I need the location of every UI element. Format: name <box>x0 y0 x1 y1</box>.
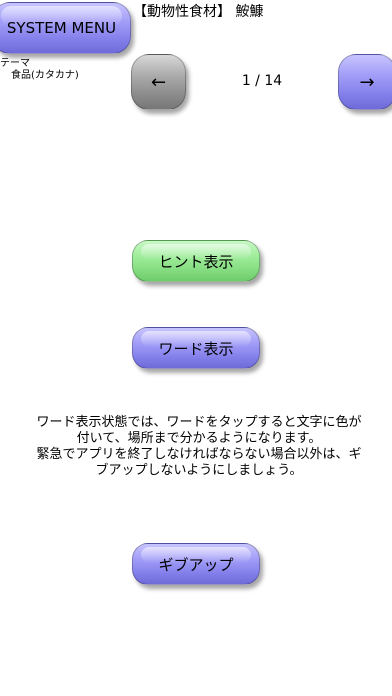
system-menu-label: SYSTEM MENU <box>6 19 117 37</box>
arrow-left-icon: ← <box>150 71 167 93</box>
show-word-button[interactable]: ワード表示 <box>132 327 260 369</box>
give-up-button[interactable]: ギブアップ <box>132 543 260 585</box>
hint-button-label: ヒント表示 <box>158 252 234 271</box>
hint-button[interactable]: ヒント表示 <box>132 240 260 282</box>
page-title: 【動物性食材】 鮟鱇 <box>133 4 264 20</box>
app-screen: SYSTEM MENU 【動物性食材】 鮟鱇 テーマ 食品(カタカナ) ← 1 … <box>0 0 392 696</box>
next-button[interactable]: → <box>338 54 392 110</box>
theme-value: 食品(カタカナ) <box>11 70 79 81</box>
instructions-text: ワード表示状態では、ワードをタップすると文字に色が付いて、場所まで分かるようにな… <box>36 415 362 478</box>
arrow-right-icon: → <box>359 71 375 93</box>
system-menu-button[interactable]: SYSTEM MENU <box>0 2 131 54</box>
give-up-button-label: ギブアップ <box>158 555 234 574</box>
show-word-button-label: ワード表示 <box>158 339 234 358</box>
page-counter: 1 / 14 <box>241 73 283 89</box>
previous-button[interactable]: ← <box>131 54 186 110</box>
